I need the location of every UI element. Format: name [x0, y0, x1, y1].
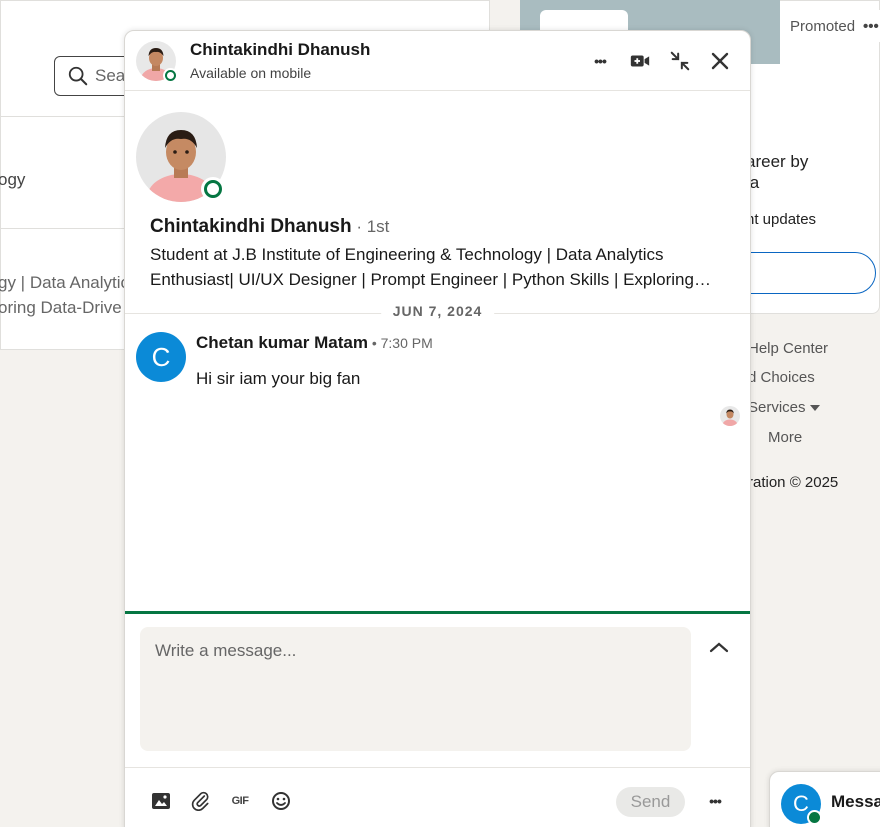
background-text: oring Data-Drive	[0, 298, 122, 317]
profile-photo	[720, 406, 740, 426]
footer-ad-choices-link[interactable]: d Choices	[748, 369, 815, 386]
footer-services-link[interactable]: Services	[748, 399, 820, 416]
message-input[interactable]: Write a message...	[140, 627, 691, 751]
header-name[interactable]: Chintakindhi Dhanush	[190, 40, 370, 60]
message-text: Hi sir iam your big fan	[196, 369, 361, 388]
profile-name[interactable]: Chintakindhi Dhanush	[150, 216, 352, 237]
read-receipt-avatar	[720, 406, 740, 426]
search-icon	[68, 66, 88, 86]
profile-name-line: Chintakindhi Dhanush · 1st	[150, 216, 389, 238]
messaging-overlay-bar[interactable]: C Messa	[769, 771, 880, 827]
ad-subtitle: nt updates	[746, 211, 817, 228]
message-header: Chetan kumar Matam • 7:30 PM	[196, 333, 433, 353]
emoji-icon	[272, 792, 290, 810]
footer-help-center-link[interactable]: Help Center	[748, 340, 828, 357]
promoted-badge: Promoted •••	[782, 10, 880, 42]
send-button[interactable]: Send	[616, 787, 685, 817]
date-label: JUN 7, 2024	[380, 303, 495, 319]
chevron-up-icon	[709, 642, 729, 653]
attach-file-button[interactable]	[190, 790, 212, 812]
chat-window: Chintakindhi Dhanush Available on mobile…	[124, 30, 751, 827]
header-status: Available on mobile	[190, 65, 312, 81]
online-status-icon	[163, 68, 178, 83]
profile-headline: Student at J.B Institute of Engineering …	[150, 242, 715, 292]
ad-more-button[interactable]: •••	[863, 18, 879, 35]
toolbar-divider	[125, 767, 750, 768]
date-divider: JUN 7, 2024	[125, 303, 750, 325]
ad-title: areer by	[746, 152, 809, 171]
online-status-icon	[807, 810, 822, 825]
gif-icon: GIF	[231, 795, 249, 807]
expand-composer-button[interactable]	[707, 635, 731, 659]
message-placeholder: Write a message...	[155, 641, 297, 660]
more-options-button[interactable]: •••	[586, 47, 614, 75]
footer-copyright: ration © 2025	[748, 474, 839, 491]
composer-more-button[interactable]: •••	[704, 790, 726, 812]
attach-image-button[interactable]	[150, 790, 172, 812]
message-time: • 7:30 PM	[367, 335, 433, 351]
more-icon: •••	[594, 53, 607, 69]
online-status-icon	[201, 177, 225, 201]
close-button[interactable]	[706, 47, 734, 75]
collapse-arrows-icon	[670, 51, 690, 71]
chat-header[interactable]: Chintakindhi Dhanush Available on mobile…	[125, 31, 750, 91]
video-call-button[interactable]	[626, 47, 654, 75]
more-icon: •••	[709, 793, 722, 809]
video-camera-icon	[630, 55, 650, 67]
minimize-button[interactable]	[666, 47, 694, 75]
headline-line: Enthusiast| UI/UX Designer | Prompt Engi…	[150, 270, 715, 289]
sender-avatar[interactable]: C	[136, 332, 186, 382]
background-text: ogy	[0, 170, 26, 189]
promoted-label: Promoted	[790, 17, 856, 35]
gif-button[interactable]: GIF	[229, 790, 251, 812]
paperclip-icon	[191, 791, 209, 811]
footer-more-link[interactable]: More	[768, 429, 802, 446]
close-icon	[711, 52, 729, 70]
sender-name[interactable]: Chetan kumar Matam	[196, 333, 368, 352]
emoji-button[interactable]	[270, 790, 292, 812]
composer-focus-bar	[125, 611, 750, 614]
caret-down-icon	[809, 405, 820, 411]
footer-services-label: Services	[748, 399, 806, 416]
background-text: gy | Data Analytic	[0, 273, 130, 292]
connection-degree: · 1st	[351, 217, 390, 236]
headline-line: Student at J.B Institute of Engineering …	[150, 245, 664, 264]
messaging-label: Messa	[831, 792, 880, 811]
image-icon	[152, 793, 170, 809]
